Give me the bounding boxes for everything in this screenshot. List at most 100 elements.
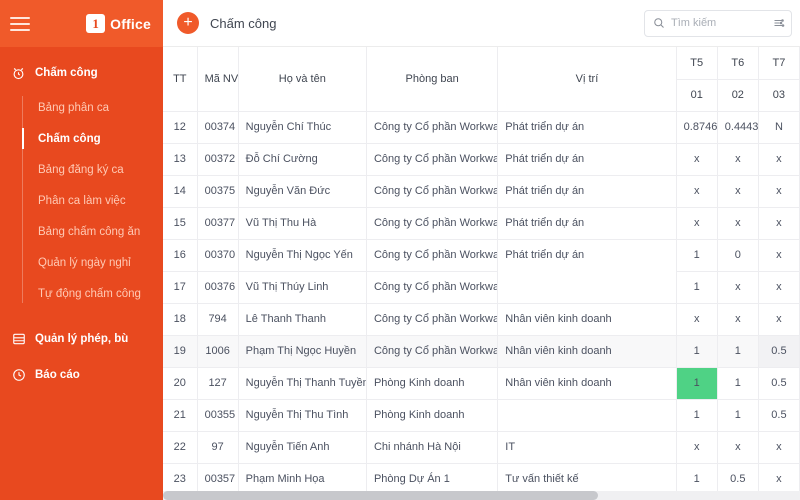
cell-day-value[interactable]: x <box>717 143 759 176</box>
cell-day-value[interactable]: 0 <box>717 239 759 272</box>
cell-day-value[interactable]: 1 <box>676 239 718 272</box>
cell-day-value[interactable]: x <box>676 431 718 464</box>
cell-phong-ban[interactable]: Công ty Cổ phần Workway <box>366 335 499 368</box>
cell-ho-ten[interactable]: Nguyễn Tiến Anh <box>238 431 367 464</box>
cell-ma-nv[interactable]: 00374 <box>197 111 239 144</box>
cell-vi-tri[interactable]: IT <box>497 431 677 464</box>
col-header-weekday[interactable]: T5 <box>676 47 718 80</box>
sidebar-item-bang-dang-ky-ca[interactable]: Bảng đăng ký ca <box>26 154 163 185</box>
col-header-weekday[interactable]: T6 <box>717 47 759 80</box>
search-input[interactable] <box>671 17 767 29</box>
cell-ho-ten[interactable]: Đỗ Chí Cường <box>238 143 367 176</box>
cell-ma-nv[interactable]: 00376 <box>197 271 239 304</box>
cell-vi-tri[interactable]: Phát triển dự án <box>497 239 677 304</box>
cell-tt[interactable]: 14 <box>163 175 198 208</box>
cell-day-value[interactable]: x <box>758 431 800 464</box>
sidebar-item-bang-phan-ca[interactable]: Bảng phân ca <box>26 92 163 123</box>
sidebar-item-bao-cao[interactable]: Báo cáo <box>0 357 163 393</box>
cell-phong-ban[interactable]: Công ty Cổ phần Workway <box>366 111 499 144</box>
cell-phong-ban[interactable]: Công ty Cổ phần Workway <box>366 143 499 176</box>
cell-phong-ban[interactable]: Phòng Kinh doanh <box>366 367 499 400</box>
table-row[interactable]: 21 00355 Nguyễn Thị Thu Tình Phòng Kinh doa… <box>163 399 800 432</box>
table-row[interactable]: 12 00374 Nguyễn Chí Thúc Công ty Cổ phần Wo… <box>163 111 800 144</box>
table-row[interactable]: 18 794 Lê Thanh Thanh Công ty Cổ phần Workw… <box>163 303 800 336</box>
cell-ma-nv[interactable]: 00370 <box>197 239 239 272</box>
table-row[interactable]: 20 127 Nguyễn Thị Thanh Tuyền Phòng Kinh do… <box>163 367 800 400</box>
cell-ma-nv[interactable]: 00375 <box>197 175 239 208</box>
sidebar-item-quan-ly-ngay-nghi[interactable]: Quản lý ngày nghỉ <box>26 247 163 278</box>
cell-day-value[interactable]: x <box>758 239 800 272</box>
cell-vi-tri[interactable] <box>497 399 677 432</box>
cell-day-value[interactable]: 0.5 <box>758 335 800 368</box>
col-header-day[interactable]: 03 <box>758 79 800 112</box>
sidebar-item-cham-cong-sub[interactable]: Chấm công <box>22 123 163 154</box>
horizontal-scrollbar[interactable] <box>163 491 800 500</box>
cell-day-value[interactable]: 1 <box>717 367 759 400</box>
col-header-weekday[interactable]: T7 <box>758 47 800 80</box>
cell-ma-nv[interactable]: 127 <box>197 367 239 400</box>
cell-ma-nv[interactable]: 00355 <box>197 399 239 432</box>
cell-day-value[interactable]: 1 <box>676 335 718 368</box>
sidebar-item-bang-cham-cong-an[interactable]: Bảng chấm công ăn <box>26 216 163 247</box>
sidebar-item-phan-ca-lam-viec[interactable]: Phân ca làm việc <box>26 185 163 216</box>
cell-phong-ban[interactable]: Công ty Cổ phần Workway <box>366 175 499 208</box>
sliders-icon[interactable] <box>773 17 785 29</box>
cell-ho-ten[interactable]: Nguyễn Chí Thúc <box>238 111 367 144</box>
col-header-vi-tri[interactable]: Vị trí <box>497 47 677 112</box>
scrollbar-thumb[interactable] <box>163 491 598 500</box>
cell-day-value[interactable]: x <box>676 143 718 176</box>
table-row[interactable]: 22 97 Nguyễn Tiến Anh Chi nhánh Hà Nội IT x x x <box>163 431 800 464</box>
table-row[interactable]: 19 1006 Phạm Thị Ngọc Huyền Công ty Cổ phần… <box>163 335 800 368</box>
cell-tt[interactable]: 15 <box>163 207 198 240</box>
cell-phong-ban[interactable]: Phòng Kinh doanh <box>366 399 499 432</box>
cell-tt[interactable]: 18 <box>163 303 198 336</box>
hamburger-icon[interactable] <box>10 16 30 31</box>
cell-tt[interactable]: 20 <box>163 367 198 400</box>
cell-ho-ten[interactable]: Vũ Thị Thúy Linh <box>238 271 367 304</box>
cell-phong-ban[interactable]: Công ty Cổ phần Workway <box>366 271 499 304</box>
cell-day-value[interactable]: 0.4443 <box>717 111 759 144</box>
cell-vi-tri[interactable]: Phát triển dự án <box>497 111 677 144</box>
cell-day-value[interactable]: x <box>676 303 718 336</box>
brand[interactable]: 1 Office <box>86 14 151 33</box>
cell-ma-nv[interactable]: 00372 <box>197 143 239 176</box>
cell-day-value[interactable]: 1 <box>676 271 718 304</box>
table-row[interactable]: 14 00375 Nguyễn Văn Đức Công ty Cổ phần Wor… <box>163 175 800 208</box>
cell-tt[interactable]: 22 <box>163 431 198 464</box>
col-header-tt[interactable]: TT <box>163 47 198 112</box>
cell-ho-ten[interactable]: Phạm Thị Ngọc Huyền <box>238 335 367 368</box>
col-header-ma-nv[interactable]: Mã NV <box>197 47 239 112</box>
cell-ho-ten[interactable]: Nguyễn Thị Thu Tình <box>238 399 367 432</box>
table-row[interactable]: 16 00370 Nguyễn Thị Ngọc Yến Công ty Cổ phầ… <box>163 239 800 304</box>
cell-day-value[interactable]: x <box>758 207 800 240</box>
col-header-day[interactable]: 01 <box>676 79 718 112</box>
cell-day-value[interactable]: x <box>676 207 718 240</box>
cell-day-value[interactable]: x <box>717 175 759 208</box>
sidebar-item-cham-cong[interactable]: Chấm công <box>0 58 163 88</box>
cell-day-value[interactable]: 0.5 <box>758 399 800 432</box>
cell-day-value[interactable]: x <box>717 431 759 464</box>
sidebar-item-tu-dong-cham-cong[interactable]: Tự động chấm công <box>26 278 163 309</box>
cell-phong-ban[interactable]: Công ty Cổ phần Workway <box>366 303 499 336</box>
search-box[interactable] <box>644 9 792 37</box>
cell-day-value[interactable]: x <box>758 143 800 176</box>
cell-ma-nv[interactable]: 1006 <box>197 335 239 368</box>
cell-day-value[interactable]: x <box>717 271 759 304</box>
cell-tt[interactable]: 16 <box>163 239 198 272</box>
cell-day-value[interactable]: x <box>717 303 759 336</box>
cell-day-value[interactable]: 0.8746 <box>676 111 718 144</box>
cell-day-value[interactable]: x <box>676 175 718 208</box>
cell-day-value[interactable]: N <box>758 111 800 144</box>
cell-vi-tri[interactable]: Nhân viên kinh doanh <box>497 335 677 368</box>
cell-tt[interactable]: 21 <box>163 399 198 432</box>
cell-vi-tri[interactable]: Phát triển dự án <box>497 207 677 240</box>
cell-ma-nv[interactable]: 794 <box>197 303 239 336</box>
cell-ma-nv[interactable]: 97 <box>197 431 239 464</box>
cell-ho-ten[interactable]: Nguyễn Thị Thanh Tuyền <box>238 367 367 400</box>
cell-ho-ten[interactable]: Vũ Thị Thu Hà <box>238 207 367 240</box>
cell-day-value[interactable]: x <box>717 207 759 240</box>
col-header-ho-ten[interactable]: Họ và tên <box>238 47 367 112</box>
cell-ma-nv[interactable]: 00377 <box>197 207 239 240</box>
cell-phong-ban[interactable]: Công ty Cổ phần Workway <box>366 239 499 272</box>
cell-day-value[interactable]: 1 <box>676 367 718 400</box>
